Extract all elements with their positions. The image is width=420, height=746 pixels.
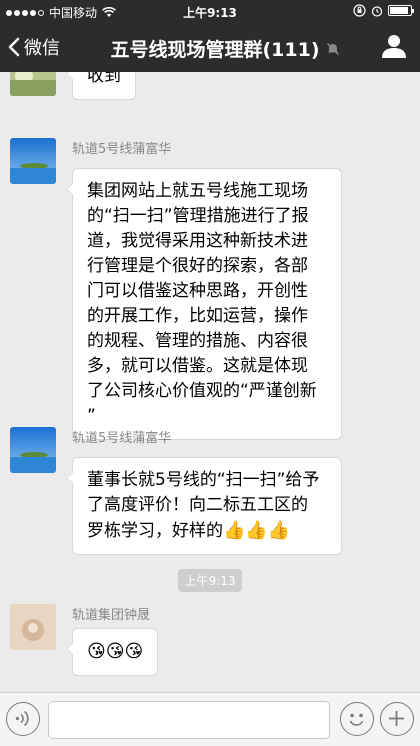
message-input[interactable] <box>48 701 330 739</box>
kiss-emoji: 😘😘😘 <box>87 641 144 662</box>
message-line: ” <box>87 406 96 426</box>
nav-bar: 微信 五号线现场管理群(111) <box>0 22 420 72</box>
voice-button[interactable] <box>6 702 40 736</box>
message-item: 轨道集团钟晟 😘😘😘 <box>10 604 410 692</box>
back-label: 微信 <box>24 38 60 59</box>
message-line: 的“扫一扫”管理措施进行了报 <box>87 206 309 226</box>
message-line: 了公司核心价值观的“严谨创新 <box>87 381 317 401</box>
message-line: 董事长就5号线的“扫一扫”给予 <box>87 470 320 490</box>
message-line: 了高度评价！向二标五工区的 <box>87 495 308 515</box>
avatar[interactable] <box>10 604 56 650</box>
message-bubble[interactable]: 集团网站上就五号线施工现场 的“扫一扫”管理措施进行了报 道，我觉得采用这种新技… <box>66 168 342 440</box>
message-line: 门可以借鉴这种思路，开创性 <box>87 281 308 301</box>
smiley-icon <box>349 713 364 726</box>
thumbs-up-emoji: 👍👍👍 <box>223 520 291 541</box>
back-button[interactable]: 微信 <box>8 34 60 60</box>
plus-icon <box>389 711 404 726</box>
avatar[interactable] <box>10 427 56 473</box>
avatar[interactable] <box>10 138 56 184</box>
time-divider: 上午9:13 <box>0 569 420 592</box>
message-line: 罗栋学习，好样的👍👍👍 <box>87 518 327 544</box>
message-line: 行管理是个很好的探索，各部 <box>87 256 308 276</box>
mute-icon <box>326 42 339 55</box>
chat-area[interactable]: 收到 轨道5号线蒲富华 集团网站上就五号线施工现场 的“扫一扫”管理措施进行了报… <box>0 72 420 692</box>
alarm-icon <box>371 5 383 17</box>
chat-title: 五号线现场管理群(111) <box>90 35 360 62</box>
chevron-left-icon <box>8 37 20 57</box>
status-bar: 中国移动 上午9:13 <box>0 0 420 22</box>
emoji-button[interactable] <box>340 702 374 736</box>
message-line: 的规程、管理的措施、内容很 <box>87 331 308 351</box>
message-item: 轨道5号线蒲富华 集团网站上就五号线施工现场 的“扫一扫”管理措施进行了报 道，… <box>10 138 410 440</box>
more-button[interactable] <box>380 702 414 736</box>
message-text: 收到 <box>87 72 121 86</box>
message-item: 收到 <box>10 72 410 120</box>
message-text: 罗栋学习，好样的 <box>87 521 223 541</box>
message-line: 多，就可以借鉴。这就是体现 <box>87 356 308 376</box>
message-bubble[interactable]: 董事长就5号线的“扫一扫”给予 了高度评价！向二标五工区的 罗栋学习，好样的👍👍… <box>66 457 342 555</box>
input-bar <box>0 692 420 746</box>
sender-name: 轨道5号线蒲富华 <box>72 431 172 446</box>
status-right <box>353 4 414 17</box>
message-item: 轨道5号线蒲富华 董事长就5号线的“扫一扫”给予 了高度评价！向二标五工区的 罗… <box>10 427 410 555</box>
message-line: 的开展工作，比如运营，操作 <box>87 306 308 326</box>
message-line: 道，我觉得采用这种新技术进 <box>87 231 308 251</box>
message-line: 集团网站上就五号线施工现场 <box>87 181 308 201</box>
timestamp: 上午9:13 <box>177 569 243 592</box>
voice-icon <box>15 710 29 727</box>
person-icon <box>382 35 406 58</box>
sender-name: 轨道集团钟晟 <box>72 608 151 623</box>
battery-icon <box>388 5 414 16</box>
sender-name: 轨道5号线蒲富华 <box>72 142 172 157</box>
message-bubble[interactable]: 😘😘😘 <box>65 628 159 676</box>
avatar[interactable] <box>10 72 56 96</box>
group-name: 五号线现场管理群(111) <box>110 39 320 61</box>
message-bubble[interactable]: 收到 <box>66 72 136 100</box>
rotation-lock-icon <box>353 4 366 17</box>
group-members-button[interactable] <box>380 33 408 63</box>
